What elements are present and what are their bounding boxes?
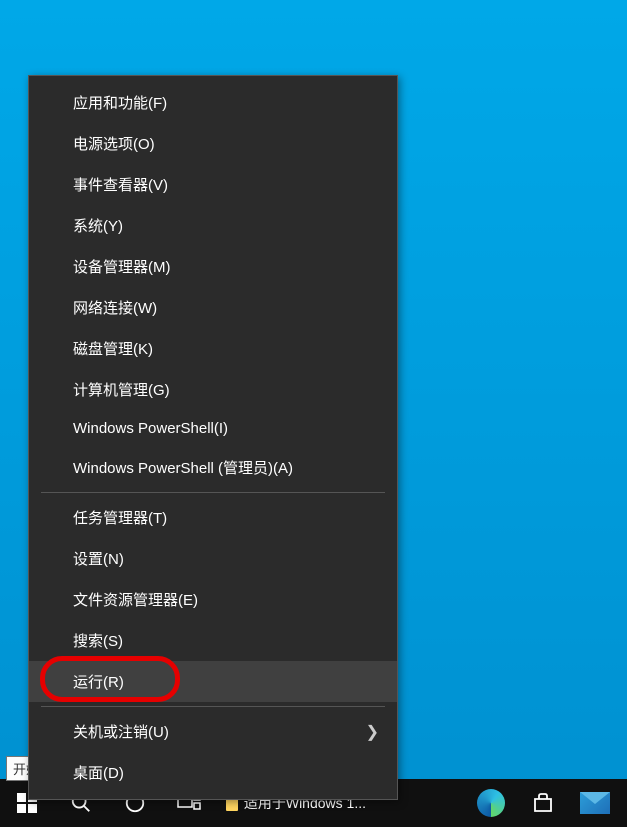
menu-label: 网络连接(W) (73, 297, 157, 318)
store-button[interactable] (521, 779, 565, 827)
menu-power-options[interactable]: 电源选项(O) (29, 123, 397, 164)
menu-label: Windows PowerShell (管理员)(A) (73, 457, 293, 478)
menu-label: 磁盘管理(K) (73, 338, 153, 359)
menu-label: 设置(N) (73, 548, 124, 569)
menu-network-connections[interactable]: 网络连接(W) (29, 287, 397, 328)
menu-label: 文件资源管理器(E) (73, 589, 198, 610)
edge-icon (477, 789, 505, 817)
edge-button[interactable] (469, 779, 513, 827)
menu-powershell[interactable]: Windows PowerShell(I) (29, 410, 397, 447)
menu-label: Windows PowerShell(I) (73, 420, 228, 437)
winx-context-menu: 应用和功能(F) 电源选项(O) 事件查看器(V) 系统(Y) 设备管理器(M)… (28, 75, 398, 800)
menu-computer-management[interactable]: 计算机管理(G) (29, 369, 397, 410)
menu-separator (41, 492, 385, 493)
mail-button[interactable] (573, 779, 617, 827)
menu-settings[interactable]: 设置(N) (29, 538, 397, 579)
menu-label: 关机或注销(U) (73, 721, 169, 742)
taskbar-pinned-right (459, 779, 627, 827)
menu-label: 计算机管理(G) (73, 379, 170, 400)
menu-system[interactable]: 系统(Y) (29, 205, 397, 246)
menu-run[interactable]: 运行(R) (29, 661, 397, 702)
chevron-right-icon: ❯ (366, 722, 379, 742)
store-icon (531, 791, 555, 815)
menu-task-manager[interactable]: 任务管理器(T) (29, 497, 397, 538)
menu-label: 搜索(S) (73, 630, 123, 651)
menu-separator (41, 706, 385, 707)
menu-label: 系统(Y) (73, 215, 123, 236)
menu-label: 运行(R) (73, 671, 124, 692)
menu-desktop[interactable]: 桌面(D) (29, 752, 397, 793)
menu-label: 电源选项(O) (73, 133, 155, 154)
menu-label: 应用和功能(F) (73, 92, 167, 113)
menu-label: 桌面(D) (73, 762, 124, 783)
menu-search[interactable]: 搜索(S) (29, 620, 397, 661)
menu-shutdown-signout[interactable]: 关机或注销(U) ❯ (29, 711, 397, 752)
menu-label: 任务管理器(T) (73, 507, 167, 528)
menu-label: 设备管理器(M) (73, 256, 171, 277)
menu-event-viewer[interactable]: 事件查看器(V) (29, 164, 397, 205)
menu-device-manager[interactable]: 设备管理器(M) (29, 246, 397, 287)
menu-disk-management[interactable]: 磁盘管理(K) (29, 328, 397, 369)
menu-powershell-admin[interactable]: Windows PowerShell (管理员)(A) (29, 447, 397, 488)
menu-label: 事件查看器(V) (73, 174, 168, 195)
mail-icon (580, 792, 610, 814)
menu-apps-features[interactable]: 应用和功能(F) (29, 82, 397, 123)
menu-file-explorer[interactable]: 文件资源管理器(E) (29, 579, 397, 620)
